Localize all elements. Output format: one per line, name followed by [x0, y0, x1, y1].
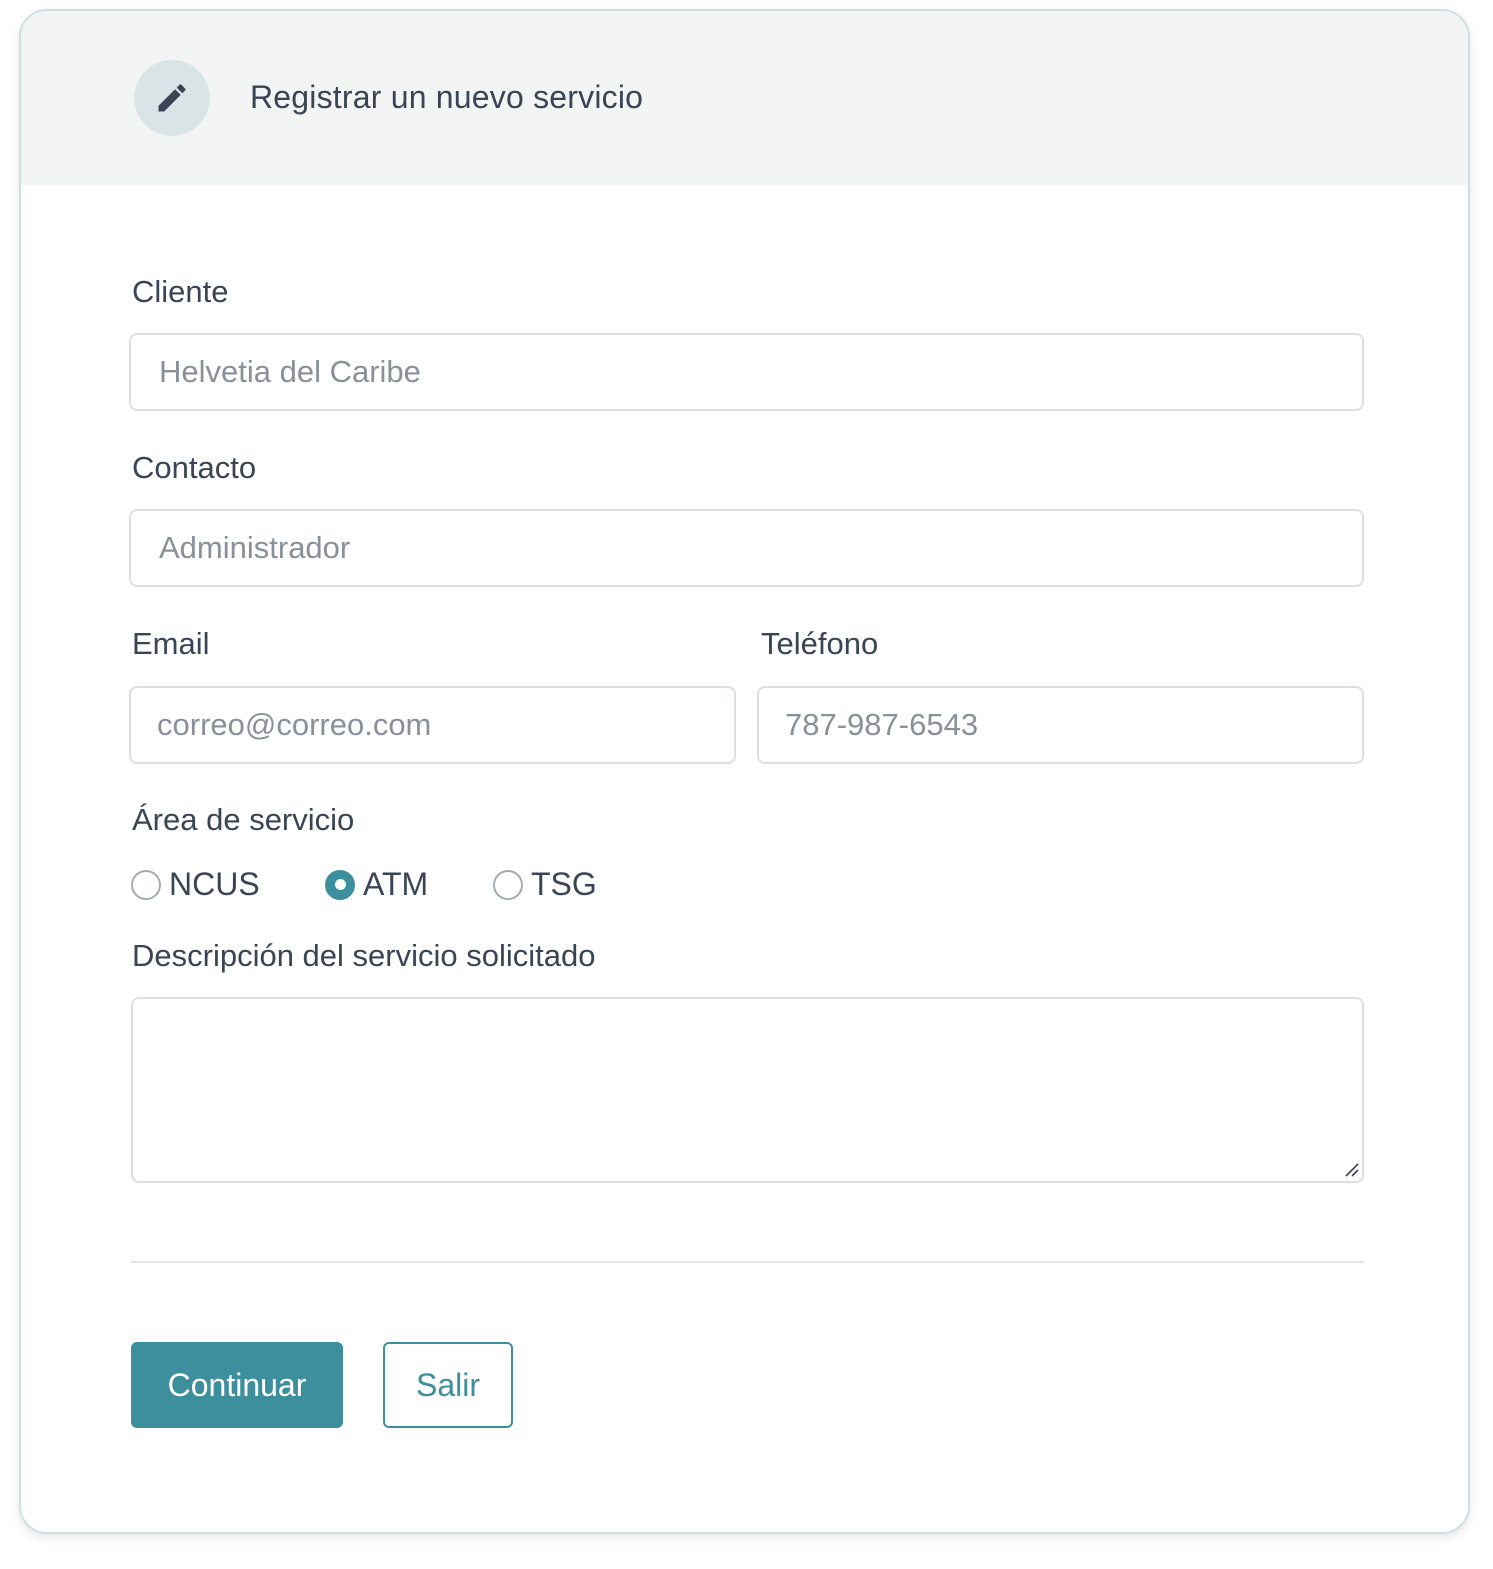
page-title: Registrar un nuevo servicio: [250, 79, 644, 115]
descripcion-label: Descripción del servicio solicitado: [132, 938, 596, 973]
radio-ncus-label: NCUS: [169, 866, 260, 902]
email-input[interactable]: [129, 686, 736, 764]
service-form-card: Registrar un nuevo servicio Cliente Cont…: [19, 9, 1470, 1534]
radio-atm-label: ATM: [363, 866, 429, 902]
pencil-icon: [134, 60, 210, 136]
card-header: Registrar un nuevo servicio: [21, 11, 1468, 185]
descripcion-textarea[interactable]: [131, 997, 1364, 1183]
radio-ncus[interactable]: NCUS: [131, 866, 260, 903]
radio-ncus-circle[interactable]: [131, 869, 161, 900]
exit-button[interactable]: Salir: [383, 1342, 513, 1428]
resize-handle-icon[interactable]: [1345, 1163, 1359, 1177]
divider: [131, 1261, 1364, 1263]
cliente-input[interactable]: [129, 333, 1364, 411]
contacto-label: Contacto: [132, 450, 257, 485]
telefono-input[interactable]: [757, 686, 1364, 764]
email-label: Email: [132, 626, 210, 661]
cliente-label: Cliente: [132, 274, 229, 309]
area-label: Área de servicio: [132, 802, 355, 837]
continue-button[interactable]: Continuar: [131, 1342, 343, 1428]
telefono-label: Teléfono: [761, 626, 879, 661]
radio-tsg-circle[interactable]: [493, 869, 523, 900]
radio-atm[interactable]: ATM: [325, 866, 428, 903]
radio-atm-circle[interactable]: [325, 869, 355, 900]
contacto-input[interactable]: [129, 509, 1364, 587]
radio-tsg[interactable]: TSG: [493, 866, 597, 903]
radio-tsg-label: TSG: [531, 866, 597, 902]
